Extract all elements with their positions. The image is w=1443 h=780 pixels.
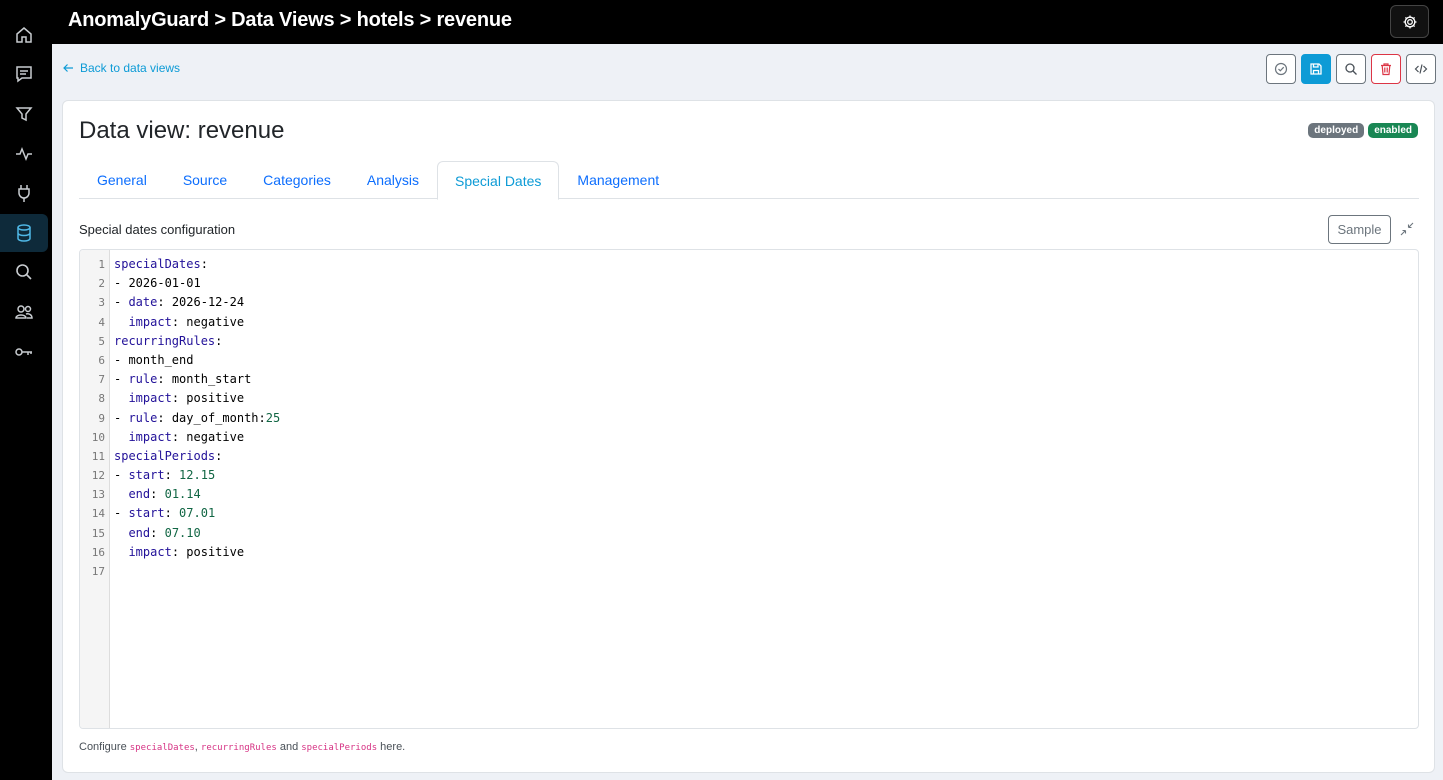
code-line: impact: positive: [128, 391, 245, 406]
pulse-icon: [16, 146, 32, 162]
page-title: Data view: revenue: [79, 117, 285, 144]
code-line: end: 01.14: [128, 487, 201, 502]
code-line: - rule: month_start: [114, 372, 252, 387]
line-number: 16: [91, 545, 105, 559]
code-line: - date: 2026-12-24: [114, 295, 245, 310]
tab-categories[interactable]: Categories: [245, 161, 349, 199]
back-to-data-views-link[interactable]: Back to data views: [62, 61, 180, 75]
top-bar: AnomalyGuard > Data Views > hotels > rev…: [52, 0, 1443, 44]
tab-analysis[interactable]: Analysis: [349, 161, 437, 199]
code-line: - month_end: [114, 352, 194, 367]
plug-icon: [18, 185, 30, 202]
code-line: - start: 12.15: [114, 468, 216, 483]
arrow-left-icon: [63, 64, 73, 72]
line-number: 3: [98, 296, 105, 310]
tab-special-dates[interactable]: Special Dates: [437, 161, 560, 200]
help-code-special-periods: specialPeriods: [301, 743, 378, 753]
view-code-button[interactable]: [1406, 54, 1436, 84]
line-number: 12: [91, 469, 105, 483]
code-line: impact: negative: [128, 429, 245, 444]
tab-management[interactable]: Management: [559, 161, 677, 199]
check-circle-icon: [1274, 62, 1288, 76]
yaml-editor[interactable]: 1 2 3 4 5 6 7 8 9 10 11 12 13 14 15 16 17 specialDates: -…: [79, 249, 1419, 729]
code-line: - start: 07.01: [114, 506, 216, 521]
code-line: specialDates:: [114, 257, 208, 271]
sidebar-item-messages[interactable]: [0, 55, 48, 93]
sidebar-item-home[interactable]: [0, 16, 48, 54]
search-button[interactable]: [1336, 54, 1366, 84]
line-number: 14: [91, 507, 105, 521]
line-number: 11: [91, 449, 105, 463]
section-label: Special dates configuration: [79, 222, 236, 237]
filter-icon: [15, 107, 33, 122]
help-text-prefix: Configure: [79, 741, 130, 753]
tab-bar: General Source Categories Analysis Speci…: [79, 161, 1419, 200]
line-number: 13: [91, 488, 105, 502]
line-number: 7: [98, 373, 105, 387]
code-line: specialPeriods:: [114, 448, 223, 463]
line-number: 10: [91, 430, 105, 444]
help-code-recurring-rules: recurringRules: [200, 743, 277, 753]
status-badge-enabled: enabled: [1368, 123, 1418, 138]
tab-source[interactable]: Source: [165, 161, 245, 199]
sidebar-item-search[interactable]: [0, 253, 48, 291]
save-button[interactable]: [1301, 54, 1331, 84]
collapse-icon[interactable]: [1399, 221, 1415, 237]
database-icon: [17, 224, 31, 242]
help-text-sep2: and: [276, 741, 302, 753]
settings-button[interactable]: [1390, 5, 1429, 38]
sidebar-item-connections[interactable]: [0, 174, 48, 212]
code-line: impact: negative: [128, 314, 245, 329]
line-number: 9: [98, 411, 105, 425]
action-toolbar: [1266, 54, 1436, 84]
line-number: 17: [91, 565, 105, 578]
status-badges: deployed enabled: [1308, 123, 1418, 138]
sample-button[interactable]: Sample: [1328, 215, 1391, 244]
line-number: 2: [98, 277, 105, 291]
line-number: 1: [98, 258, 105, 271]
code-area[interactable]: specialDates: - 2026-01-01 - date: 2026-12…: [110, 250, 1418, 728]
sidebar-item-keys[interactable]: [0, 333, 48, 371]
code-line: end: 07.10: [128, 525, 201, 540]
sidebar-item-activity[interactable]: [0, 135, 48, 173]
code-line: - 2026-01-01: [114, 276, 201, 291]
line-number-gutter: 1 2 3 4 5 6 7 8 9 10 11 12 13 14 15 16 17: [80, 250, 110, 728]
line-number: 8: [98, 392, 105, 406]
sidebar: [0, 0, 52, 780]
line-number: 15: [91, 526, 105, 540]
sidebar-item-data-views[interactable]: [0, 214, 48, 252]
code-line: - rule: day_of_month:25: [114, 410, 281, 425]
search-icon: [16, 264, 32, 280]
tab-general[interactable]: General: [79, 161, 165, 199]
users-icon: [15, 305, 33, 319]
breadcrumb: AnomalyGuard > Data Views > hotels > rev…: [68, 9, 512, 31]
line-number: 6: [98, 353, 105, 367]
key-icon: [15, 348, 32, 356]
help-text-suffix: here.: [377, 741, 406, 753]
help-text: Configure specialDates, recurringRules a…: [79, 741, 405, 753]
help-code-special-dates: specialDates: [129, 743, 195, 753]
sidebar-item-filter[interactable]: [0, 95, 48, 133]
delete-button[interactable]: [1371, 54, 1401, 84]
code-line: recurringRules:: [114, 333, 223, 348]
trash-icon: [1381, 63, 1391, 76]
home-icon: [16, 27, 32, 43]
save-icon: [1310, 63, 1322, 75]
gear-icon: [1403, 15, 1416, 28]
status-badge-deployed: deployed: [1308, 123, 1365, 138]
line-number: 5: [98, 334, 105, 348]
back-link-label: Back to data views: [80, 61, 181, 75]
validate-button[interactable]: [1266, 54, 1296, 84]
code-icon: [1414, 64, 1428, 74]
sidebar-item-users[interactable]: [0, 293, 48, 331]
search-icon: [1345, 63, 1357, 75]
line-number: 4: [98, 315, 105, 329]
chat-icon: [16, 66, 32, 83]
data-view-card: Data view: revenue deployed enabled Gene…: [62, 100, 1435, 773]
code-line: impact: positive: [128, 544, 245, 559]
